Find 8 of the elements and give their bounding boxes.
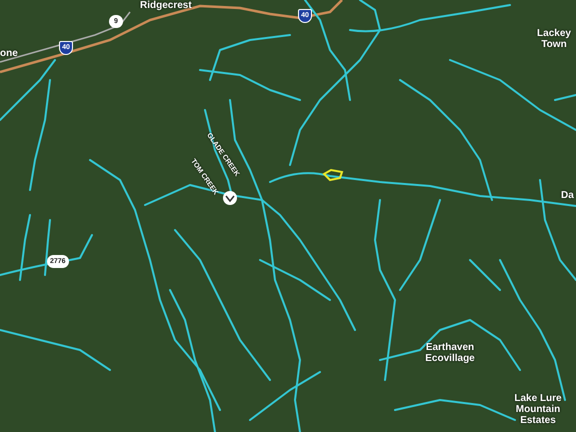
property-outline bbox=[322, 168, 344, 182]
place-label: Lake Lure Mountain Estates bbox=[513, 393, 563, 426]
place-label: Earthaven Ecovillage bbox=[424, 342, 476, 364]
place-label: one bbox=[0, 48, 18, 59]
place-label: Lackey Town bbox=[536, 28, 572, 50]
map-marker-icon bbox=[223, 191, 237, 205]
place-label: Ridgecrest bbox=[140, 0, 192, 11]
place-label: Da bbox=[561, 190, 574, 201]
